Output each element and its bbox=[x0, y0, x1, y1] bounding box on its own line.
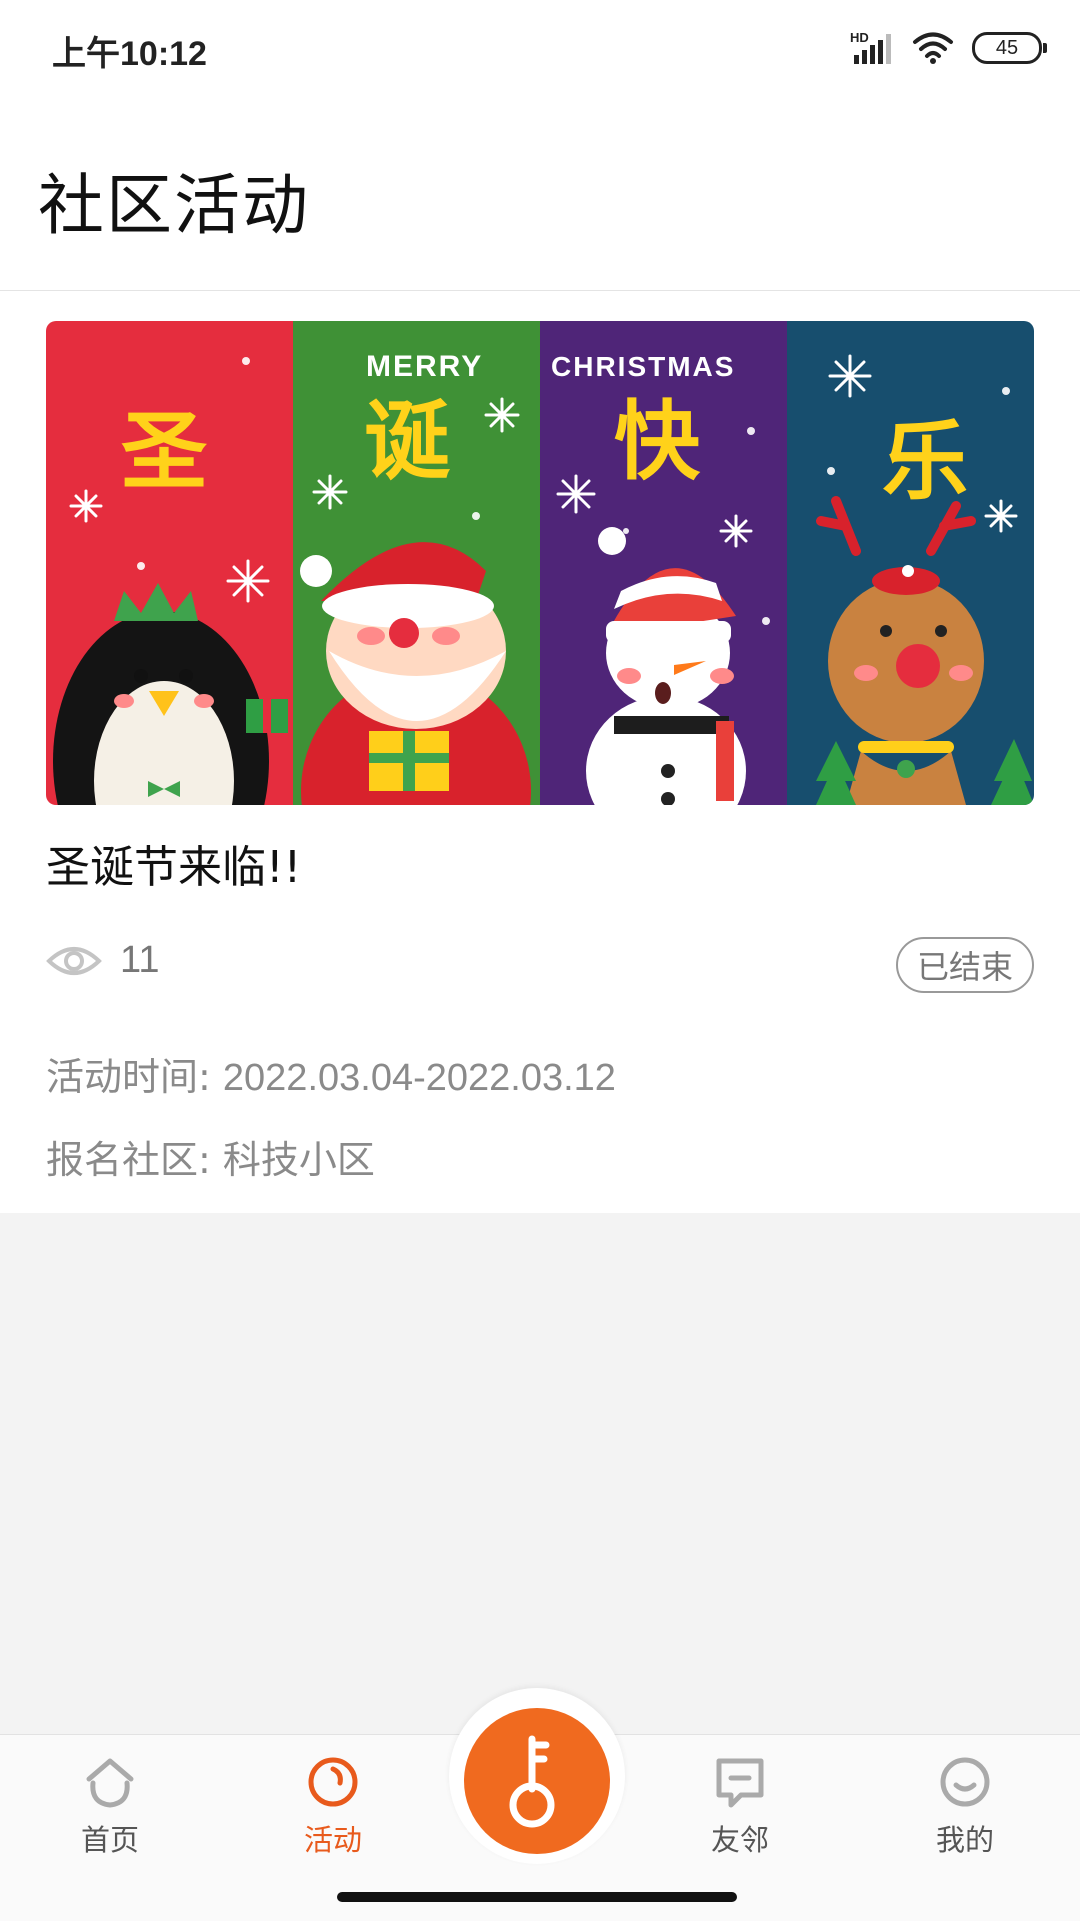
tab-neighbors-label: 友邻 bbox=[710, 1823, 769, 1857]
page-title: 社区活动 bbox=[38, 167, 310, 244]
activity-title: 圣诞节来临!! bbox=[46, 842, 302, 893]
signal-icon: HD bbox=[850, 31, 891, 64]
activity-community-value: 科技小区 bbox=[222, 1138, 375, 1182]
header: 社区活动 bbox=[0, 96, 1080, 291]
smile-icon bbox=[940, 1757, 990, 1807]
status-time: 上午10:12 bbox=[52, 35, 207, 73]
banner-word-merry: MERRY bbox=[366, 350, 483, 383]
banner-char-3: 快 bbox=[614, 392, 701, 492]
tab-activity[interactable]: 活动 bbox=[263, 1753, 403, 1863]
wifi-icon bbox=[913, 32, 953, 64]
activity-time-label: 活动时间: bbox=[46, 1055, 211, 1099]
banner-char-2: 诞 bbox=[364, 392, 451, 492]
home-indicator bbox=[337, 1892, 737, 1902]
battery-icon: 45 bbox=[972, 32, 1047, 64]
view-count-row: 11 bbox=[46, 939, 159, 982]
status-bar: 上午10:12 HD 45 bbox=[0, 0, 1080, 96]
status-icons: HD 45 bbox=[850, 28, 1047, 68]
tab-activity-label: 活动 bbox=[303, 1823, 362, 1857]
battery-level: 45 bbox=[995, 36, 1019, 59]
tab-mine[interactable]: 我的 bbox=[895, 1753, 1035, 1863]
activity-time: 活动时间: 2022.03.04-2022.03.12 bbox=[46, 1046, 616, 1101]
unlock-key-button[interactable] bbox=[464, 1708, 610, 1854]
message-icon bbox=[716, 1758, 764, 1808]
key-icon bbox=[509, 1735, 555, 1828]
svg-text:HD: HD bbox=[850, 31, 869, 45]
activity-icon bbox=[308, 1757, 358, 1807]
banner-word-christmas: CHRISTMAS bbox=[551, 351, 735, 382]
tab-home[interactable]: 首页 bbox=[40, 1753, 180, 1863]
eye-icon bbox=[46, 946, 102, 975]
view-count: 11 bbox=[120, 939, 160, 981]
activity-time-value: 2022.03.04-2022.03.12 bbox=[222, 1057, 616, 1099]
banner-char-1: 圣 bbox=[121, 402, 207, 502]
tab-mine-label: 我的 bbox=[935, 1823, 994, 1857]
home-icon bbox=[86, 1758, 134, 1808]
activity-community: 报名社区: 科技小区 bbox=[46, 1129, 375, 1184]
status-badge: 已结束 bbox=[896, 937, 1034, 993]
activity-banner-image[interactable]: MERRY CHRISTMAS 圣 诞 快 乐 bbox=[46, 321, 1034, 805]
activity-community-label: 报名社区: bbox=[46, 1138, 211, 1182]
banner-char-4: 乐 bbox=[882, 412, 968, 512]
tab-home-label: 首页 bbox=[80, 1823, 139, 1857]
activity-card[interactable]: MERRY CHRISTMAS 圣 诞 快 乐 圣诞节来临!! 11 已结束 活… bbox=[0, 291, 1080, 1213]
tab-neighbors[interactable]: 友邻 bbox=[670, 1753, 810, 1863]
